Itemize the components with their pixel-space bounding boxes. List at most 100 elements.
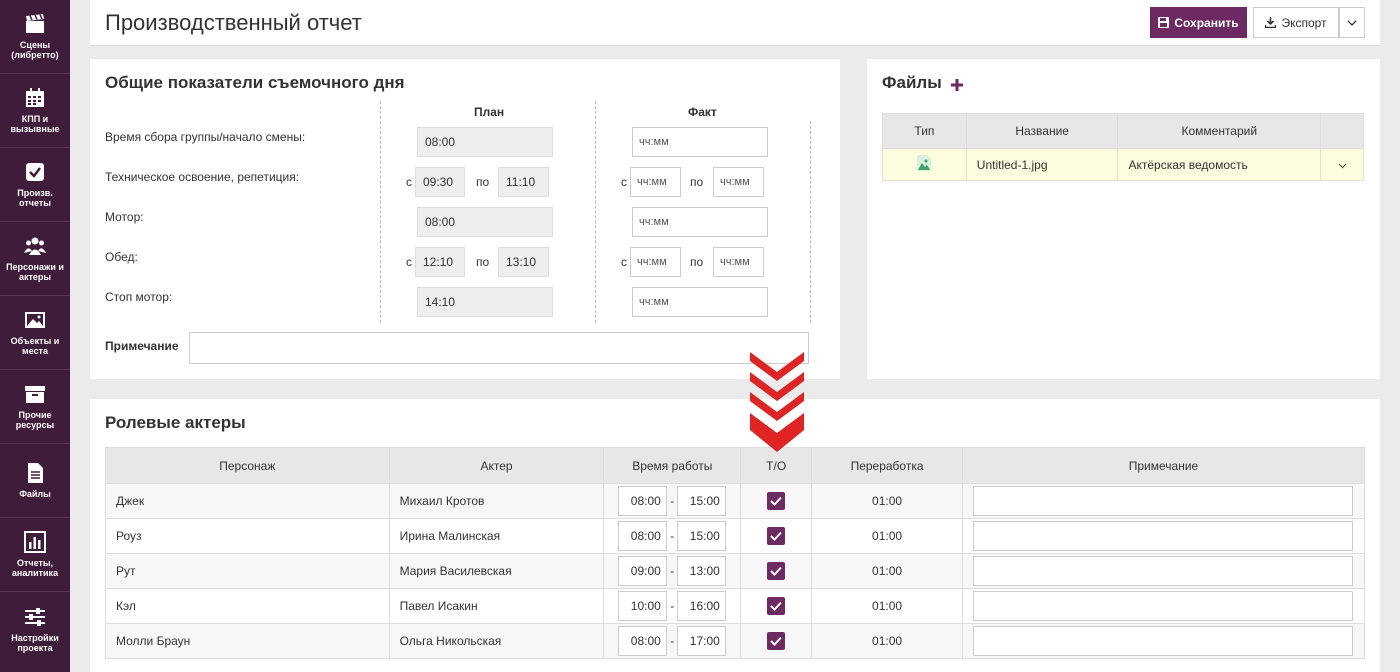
to-checkbox[interactable] — [767, 632, 786, 650]
table-row: Кэл Павел Исакин 10:00-16:00 01:00 — [105, 588, 1366, 624]
plan-time: 14:10 — [417, 287, 553, 317]
overtime-value: 01:00 — [811, 518, 963, 554]
sliders-icon — [25, 607, 45, 626]
work-time-cell: 08:00-15:00 — [603, 518, 742, 554]
character-name[interactable]: Рут — [105, 553, 390, 589]
chevron-down-icon — [1338, 163, 1346, 168]
file-name[interactable]: Untitled-1.jpg — [965, 148, 1119, 181]
plan-time-from: 12:10 — [415, 247, 465, 277]
note-label: Примечание — [105, 339, 179, 353]
people-icon — [24, 237, 46, 255]
sidebar-item-resources[interactable]: Прочие ресурсы — [0, 370, 70, 444]
note-input[interactable] — [189, 332, 809, 364]
note-cell — [961, 483, 1366, 519]
actor-name[interactable]: Мария Василевская — [388, 553, 605, 589]
page-header: Производственный отчет Сохранить Экспорт — [90, 0, 1380, 46]
character-name[interactable]: Молли Браун — [105, 623, 390, 659]
floppy-disk-icon — [1158, 17, 1170, 28]
from-label: с — [621, 255, 627, 269]
to-label: по — [690, 255, 704, 269]
from-label: с — [621, 175, 627, 189]
sidebar-item-label: Настройки проекта — [11, 632, 59, 653]
sidebar-item-label: Персонажи и актеры — [6, 262, 64, 282]
plan-time-to: 13:10 — [498, 247, 549, 277]
character-name[interactable]: Роуз — [105, 518, 390, 554]
sidebar-item-label: Сцены (либретто) — [11, 40, 59, 60]
sidebar-item-analytics[interactable]: Отчеты, аналитика — [0, 518, 70, 592]
sidebar-item-reports[interactable]: Произв. отчеты — [0, 148, 70, 222]
work-from-input[interactable]: 09:00 — [618, 556, 668, 586]
check-icon — [770, 601, 782, 611]
table-row: Джек Михаил Кротов 08:00-15:00 01:00 — [105, 483, 1366, 519]
column-header — [1320, 113, 1364, 149]
calendar-icon — [26, 88, 44, 107]
to-cell — [740, 588, 813, 624]
sidebar-item-scenes[interactable]: Сцены (либретто) — [0, 0, 70, 74]
actor-name[interactable]: Павел Исакин — [388, 588, 605, 624]
export-button-label: Экспорт — [1281, 15, 1327, 30]
sidebar-item-settings[interactable]: Настройки проекта — [0, 592, 70, 666]
indicator-label: Обед: — [105, 250, 138, 264]
save-button[interactable]: Сохранить — [1150, 7, 1247, 38]
image-file-icon — [917, 155, 932, 171]
actor-name[interactable]: Михаил Кротов — [388, 483, 605, 519]
column-header: Т/О — [740, 447, 813, 484]
sidebar-item-label: Файлы — [19, 489, 51, 499]
work-to-input[interactable]: 15:00 — [677, 521, 727, 551]
from-label: с — [406, 175, 412, 189]
to-label: по — [476, 175, 490, 189]
overtime-value: 01:00 — [811, 483, 963, 519]
fact-time-from-input[interactable]: чч:мм — [630, 167, 681, 197]
plan-time: 08:00 — [417, 207, 553, 237]
add-file-icon[interactable] — [951, 79, 963, 91]
file-comment: Актёрская ведомость — [1117, 148, 1322, 181]
note-input[interactable] — [973, 486, 1354, 516]
sidebar-item-locations[interactable]: Объекты и места — [0, 296, 70, 370]
actor-name[interactable]: Ирина Малинская — [388, 518, 605, 554]
chevron-down-icon — [1347, 20, 1357, 26]
note-input[interactable] — [973, 521, 1354, 551]
plan-time: 08:00 — [417, 127, 553, 157]
to-checkbox[interactable] — [767, 527, 786, 545]
work-from-input[interactable]: 08:00 — [618, 521, 668, 551]
work-to-input[interactable]: 17:00 — [677, 626, 727, 656]
actors-table: Персонаж Актер Время работы Т/О Перерабо… — [105, 447, 1366, 659]
fact-time-from-input[interactable]: чч:мм — [630, 247, 681, 277]
note-input[interactable] — [973, 626, 1354, 656]
export-dropdown-toggle[interactable] — [1339, 7, 1365, 38]
sidebar-item-label: КПП и вызывные — [10, 114, 60, 134]
from-label: с — [406, 255, 412, 269]
export-button[interactable]: Экспорт — [1253, 7, 1339, 38]
sidebar-item-files[interactable]: Файлы — [0, 444, 70, 518]
annotation-arrow-icon — [750, 352, 804, 452]
fact-time-to-input[interactable]: чч:мм — [713, 167, 764, 197]
actor-name[interactable]: Ольга Никольская — [388, 623, 605, 659]
sidebar-item-kpp[interactable]: КПП и вызывные — [0, 74, 70, 148]
work-from-input[interactable]: 10:00 — [618, 591, 668, 621]
work-from-input[interactable]: 08:00 — [618, 626, 668, 656]
file-actions-cell[interactable] — [1320, 148, 1364, 181]
indicator-label: Стоп мотор: — [105, 290, 173, 304]
work-to-input[interactable]: 15:00 — [677, 486, 727, 516]
fact-time-input[interactable]: чч:мм — [632, 287, 768, 317]
archive-icon — [25, 386, 45, 403]
check-icon — [770, 496, 782, 506]
sidebar-item-characters[interactable]: Персонажи и актеры — [0, 222, 70, 296]
note-input[interactable] — [973, 556, 1354, 586]
character-name[interactable]: Кэл — [105, 588, 390, 624]
files-panel: Файлы Тип Название Комментарий Untitled-… — [867, 59, 1380, 379]
note-input[interactable] — [973, 591, 1354, 621]
to-checkbox[interactable] — [767, 562, 786, 580]
fact-time-input[interactable]: чч:мм — [632, 207, 768, 237]
file-row[interactable]: Untitled-1.jpg Актёрская ведомость — [882, 148, 1364, 181]
to-checkbox[interactable] — [767, 597, 786, 615]
character-name[interactable]: Джек — [105, 483, 390, 519]
sidebar: Сцены (либретто) КПП и вызывные Произв. … — [0, 0, 70, 672]
fact-time-to-input[interactable]: чч:мм — [713, 247, 764, 277]
work-from-input[interactable]: 08:00 — [618, 486, 668, 516]
work-to-input[interactable]: 13:00 — [677, 556, 727, 586]
column-header: Название — [965, 113, 1119, 149]
work-to-input[interactable]: 16:00 — [677, 591, 727, 621]
fact-time-input[interactable]: чч:мм — [632, 127, 768, 157]
to-checkbox[interactable] — [767, 492, 786, 510]
